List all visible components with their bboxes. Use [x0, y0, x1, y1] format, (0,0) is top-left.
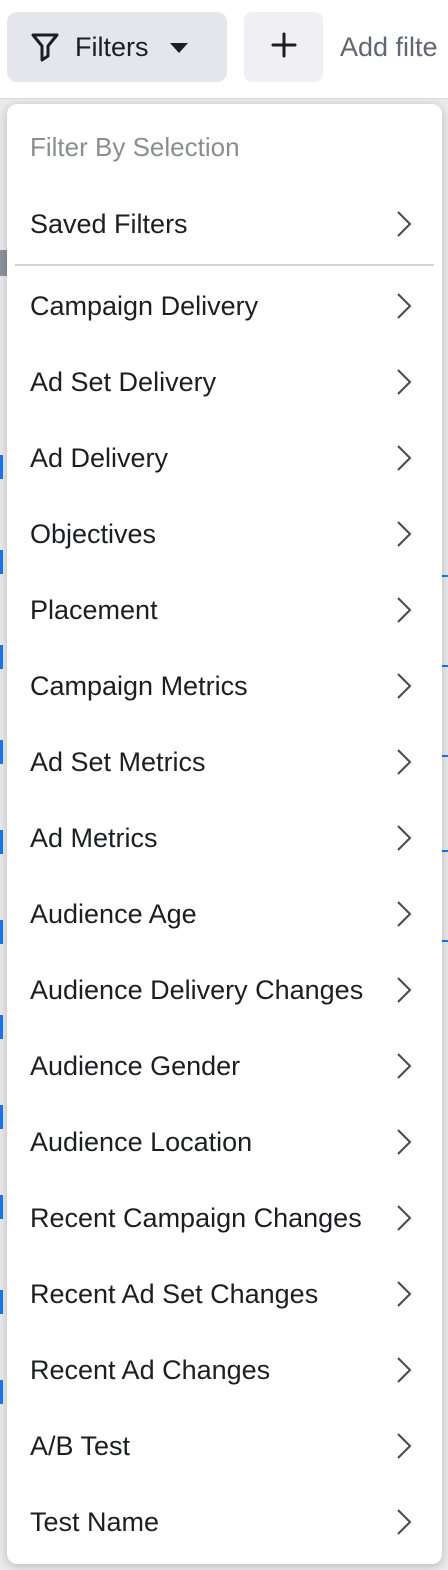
chevron-right-icon [397, 293, 412, 319]
menu-item-label: Recent Ad Set Changes [30, 1278, 319, 1309]
menu-item-label: Objectives [30, 518, 157, 549]
chevron-right-icon [397, 1357, 412, 1383]
chevron-right-icon [397, 211, 412, 237]
plus-icon [271, 32, 297, 63]
background-link-marker [0, 1290, 3, 1314]
background-link-marker [0, 645, 3, 669]
menu-item-audience-location[interactable]: Audience Location [7, 1104, 442, 1180]
menu-divider [15, 264, 434, 266]
background-link-marker [0, 455, 3, 479]
menu-item-recent-ad-set-changes[interactable]: Recent Ad Set Changes [7, 1256, 442, 1332]
menu-item-label: Placement [30, 594, 158, 625]
menu-item-a-b-test[interactable]: A/B Test [7, 1408, 442, 1484]
add-filter-input[interactable] [340, 12, 448, 82]
menu-item-label: Recent Ad Changes [30, 1354, 271, 1385]
menu-item-ad-set-metrics[interactable]: Ad Set Metrics [7, 724, 442, 800]
menu-item-campaign-metrics[interactable]: Campaign Metrics [7, 648, 442, 724]
filter-by-selection-menu: Filter By Selection Saved Filters Campai… [7, 104, 442, 1564]
menu-item-label: Audience Gender [30, 1050, 241, 1081]
chevron-right-icon [397, 521, 412, 547]
caret-down-icon [169, 41, 189, 53]
menu-item-recent-campaign-changes[interactable]: Recent Campaign Changes [7, 1180, 442, 1256]
chevron-right-icon [397, 901, 412, 927]
menu-item-test-name[interactable]: Test Name [7, 1484, 442, 1560]
chevron-right-icon [397, 369, 412, 395]
chevron-right-icon [397, 597, 412, 623]
chevron-right-icon [397, 1509, 412, 1535]
background-link-marker [0, 1105, 3, 1129]
chevron-right-icon [397, 1281, 412, 1307]
menu-item-label: Ad Metrics [30, 822, 158, 853]
menu-item-label: Ad Set Delivery [30, 366, 217, 397]
menu-item-recent-ad-changes[interactable]: Recent Ad Changes [7, 1332, 442, 1408]
chevron-right-icon [397, 977, 412, 1003]
menu-item-placement[interactable]: Placement [7, 572, 442, 648]
menu-item-label: Audience Delivery Changes [30, 974, 364, 1005]
chevron-right-icon [397, 825, 412, 851]
chevron-right-icon [397, 1129, 412, 1155]
chevron-right-icon [397, 445, 412, 471]
menu-item-audience-delivery-changes[interactable]: Audience Delivery Changes [7, 952, 442, 1028]
funnel-icon [31, 32, 59, 62]
menu-item-audience-age[interactable]: Audience Age [7, 876, 442, 952]
filters-button-label: Filters [75, 31, 149, 62]
menu-item-label: Audience Location [30, 1126, 253, 1157]
background-link-marker [0, 1195, 3, 1219]
background-link-underline [442, 665, 448, 667]
menu-item-ad-delivery[interactable]: Ad Delivery [7, 420, 442, 496]
background-link-underline [442, 850, 448, 852]
background-link-marker [0, 550, 3, 574]
menu-item-campaign-delivery[interactable]: Campaign Delivery [7, 268, 442, 344]
chevron-right-icon [397, 749, 412, 775]
background-link-marker [0, 920, 3, 944]
menu-item-objectives[interactable]: Objectives [7, 496, 442, 572]
menu-item-label: Recent Campaign Changes [30, 1202, 362, 1233]
menu-item-label: Test Name [30, 1506, 160, 1537]
menu-header: Filter By Selection [30, 132, 240, 162]
chevron-right-icon [397, 673, 412, 699]
menu-item-label: Campaign Delivery [30, 290, 259, 321]
menu-item-audience-gender[interactable]: Audience Gender [7, 1028, 442, 1104]
menu-item-label: Audience Age [30, 898, 197, 929]
background-link-underline [442, 940, 448, 942]
filter-toolbar: Filters [0, 0, 448, 99]
add-filter-button[interactable] [244, 12, 323, 82]
menu-item-saved-filters[interactable]: Saved Filters [7, 186, 442, 262]
background-link-marker [0, 1380, 3, 1404]
menu-item-label: Ad Delivery [30, 442, 169, 473]
background-link-marker [0, 830, 3, 854]
menu-item-label: Ad Set Metrics [30, 746, 206, 777]
chevron-right-icon [397, 1433, 412, 1459]
background-link-marker [0, 1015, 3, 1039]
filters-button[interactable]: Filters [7, 12, 227, 82]
background-link-marker [0, 740, 3, 764]
menu-item-ad-set-delivery[interactable]: Ad Set Delivery [7, 344, 442, 420]
menu-item-ad-metrics[interactable]: Ad Metrics [7, 800, 442, 876]
menu-item-label: Saved Filters [30, 208, 188, 239]
chevron-right-icon [397, 1205, 412, 1231]
menu-item-label: Campaign Metrics [30, 670, 248, 701]
menu-item-label: A/B Test [30, 1430, 131, 1461]
chevron-right-icon [397, 1053, 412, 1079]
background-link-underline [442, 575, 448, 577]
background-link-underline [442, 755, 448, 757]
